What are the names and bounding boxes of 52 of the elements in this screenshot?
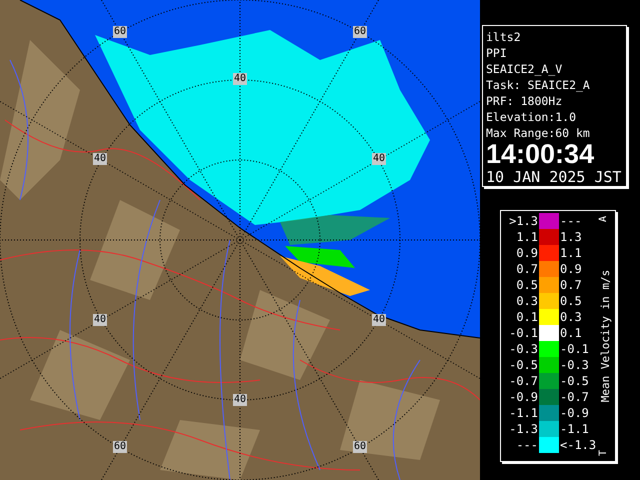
legend-value: 1.1 [515, 229, 538, 245]
range-label: 40 [92, 153, 108, 165]
legend-value: 0.3 [515, 293, 538, 309]
legend-value: <-1.3 [560, 437, 598, 453]
legend-value: 0.9 [560, 261, 583, 277]
legend-value: >1.3 [508, 213, 538, 229]
info-line: ilts2 [486, 29, 522, 45]
legend-value: 1.3 [560, 229, 583, 245]
legend-mark: T [599, 450, 610, 456]
info-line: Task: SEAICE2_A [486, 77, 591, 93]
legend-value: -0.3 [560, 357, 590, 373]
range-label: 60 [112, 26, 128, 38]
time-text: 14:00:34 [486, 141, 596, 167]
legend-value: -1.1 [560, 421, 590, 437]
info-line: PPI [486, 45, 508, 61]
info-line: Max Range:60 km [486, 125, 591, 141]
range-label: 60 [112, 441, 128, 453]
legend-value: 0.7 [515, 261, 538, 277]
legend-value: 1.1 [560, 245, 583, 261]
legend-value: -0.3 [508, 341, 538, 357]
legend-value: --- [560, 213, 583, 229]
legend-value: -0.7 [560, 389, 590, 405]
range-label: 40 [372, 314, 386, 326]
legend-mark: A [599, 216, 610, 222]
info-line: PRF: 1800Hz [486, 93, 564, 109]
legend-value: -1.3 [508, 421, 538, 437]
legend-value: -0.9 [508, 389, 538, 405]
legend-value: 0.1 [515, 309, 538, 325]
info-line: Elevation:1.0 [486, 109, 578, 125]
legend-value: 0.5 [560, 293, 583, 309]
legend-value: 0.9 [515, 245, 538, 261]
legend-value: -0.7 [508, 373, 538, 389]
legend-value: 0.5 [515, 277, 538, 293]
legend-value: -0.9 [560, 405, 590, 421]
legend-value: 0.3 [560, 309, 583, 325]
range-label: 60 [352, 26, 368, 38]
range-label: 60 [352, 441, 368, 453]
range-label: 40 [92, 314, 108, 326]
info-line: SEAICE2_A_V [486, 61, 564, 77]
legend-value: -0.5 [560, 373, 590, 389]
legend-value: -1.1 [508, 405, 538, 421]
range-label: 40 [232, 73, 248, 85]
range-label: 40 [372, 153, 386, 165]
legend-value: 0.1 [560, 325, 583, 341]
legend-title: Mean Velocity in m/s [600, 270, 612, 402]
legend-value: -0.1 [560, 341, 590, 357]
date-text: 10 JAN 2025 JST [486, 167, 622, 187]
legend-value: --- [515, 437, 538, 453]
legend-value: 0.7 [560, 277, 583, 293]
legend-value: -0.1 [508, 325, 538, 341]
range-label: 40 [232, 394, 248, 406]
legend-value: -0.5 [508, 357, 538, 373]
